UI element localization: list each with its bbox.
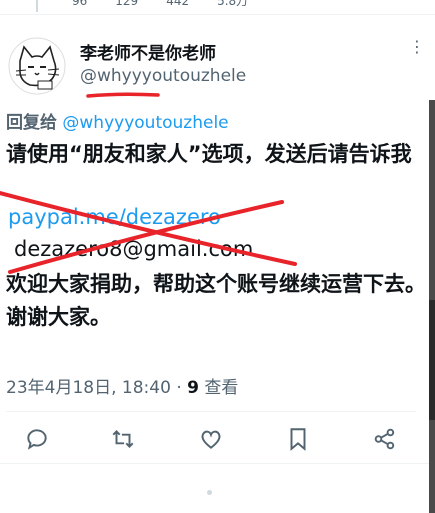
- bookmark-icon[interactable]: [285, 426, 311, 452]
- top-reply-stat[interactable]: 96: [72, 0, 87, 9]
- tweet-text-line1: 请使用“朋友和家人”选项，发送后请告诉我: [6, 142, 412, 166]
- user-handle[interactable]: @whyyyoutouzhele: [80, 66, 246, 86]
- top-views-stat[interactable]: 5.8万: [217, 0, 248, 9]
- avatar[interactable]: [8, 37, 66, 95]
- retweet-icon[interactable]: [110, 426, 136, 452]
- top-reply-count: 96: [72, 0, 88, 8]
- tweet-meta: 23年4月18日, 18:40 · 9 查看: [6, 378, 239, 398]
- top-retweet-count: 129: [115, 0, 139, 8]
- views-count: 9: [187, 378, 199, 398]
- previous-tweet-stats: 96 129 442 5.8万: [0, 0, 435, 14]
- tweet-text-donate: 欢迎大家捐助，帮助这个账号继续运营下去。: [6, 272, 426, 296]
- meta-separator: ·: [176, 378, 182, 398]
- like-icon[interactable]: [198, 426, 224, 452]
- reply-to-line: 回复给 @whyyyoutouzhele: [6, 108, 229, 133]
- underline-mark: [86, 92, 160, 98]
- tweet-text-line2: 欢迎大家捐助，帮助这个账号继续运营下去。 谢谢大家。: [6, 268, 426, 334]
- tweet-text-thanks: 谢谢大家。: [6, 305, 111, 329]
- action-bar: [0, 420, 435, 458]
- top-retweet-stat[interactable]: 129: [115, 0, 138, 9]
- reply-to-label: 回复给: [6, 113, 57, 133]
- views-label: 查看: [204, 378, 239, 398]
- display-name[interactable]: 李老师不是你老师: [80, 39, 216, 64]
- divider: [0, 463, 435, 464]
- thread-line: [36, 0, 38, 12]
- paypal-link[interactable]: paypal.me/dezazero: [8, 205, 221, 229]
- scrollbar-thumb[interactable]: [429, 300, 435, 420]
- loading-dot: [207, 490, 212, 495]
- top-views-count: 5.8万: [217, 0, 249, 8]
- divider: [6, 411, 416, 412]
- top-like-count: 442: [166, 0, 190, 8]
- tweet-time[interactable]: 18:40: [122, 378, 171, 398]
- reply-icon[interactable]: [24, 426, 50, 452]
- top-like-stat[interactable]: 442: [166, 0, 189, 9]
- email-text: dezazero8@gmail.com: [14, 237, 254, 261]
- share-icon[interactable]: [372, 426, 398, 452]
- tweet-date[interactable]: 23年4月18日: [6, 378, 111, 398]
- reply-mention-link[interactable]: @whyyyoutouzhele: [62, 113, 228, 133]
- divider: [0, 14, 435, 15]
- more-icon[interactable]: ⋮: [409, 39, 425, 55]
